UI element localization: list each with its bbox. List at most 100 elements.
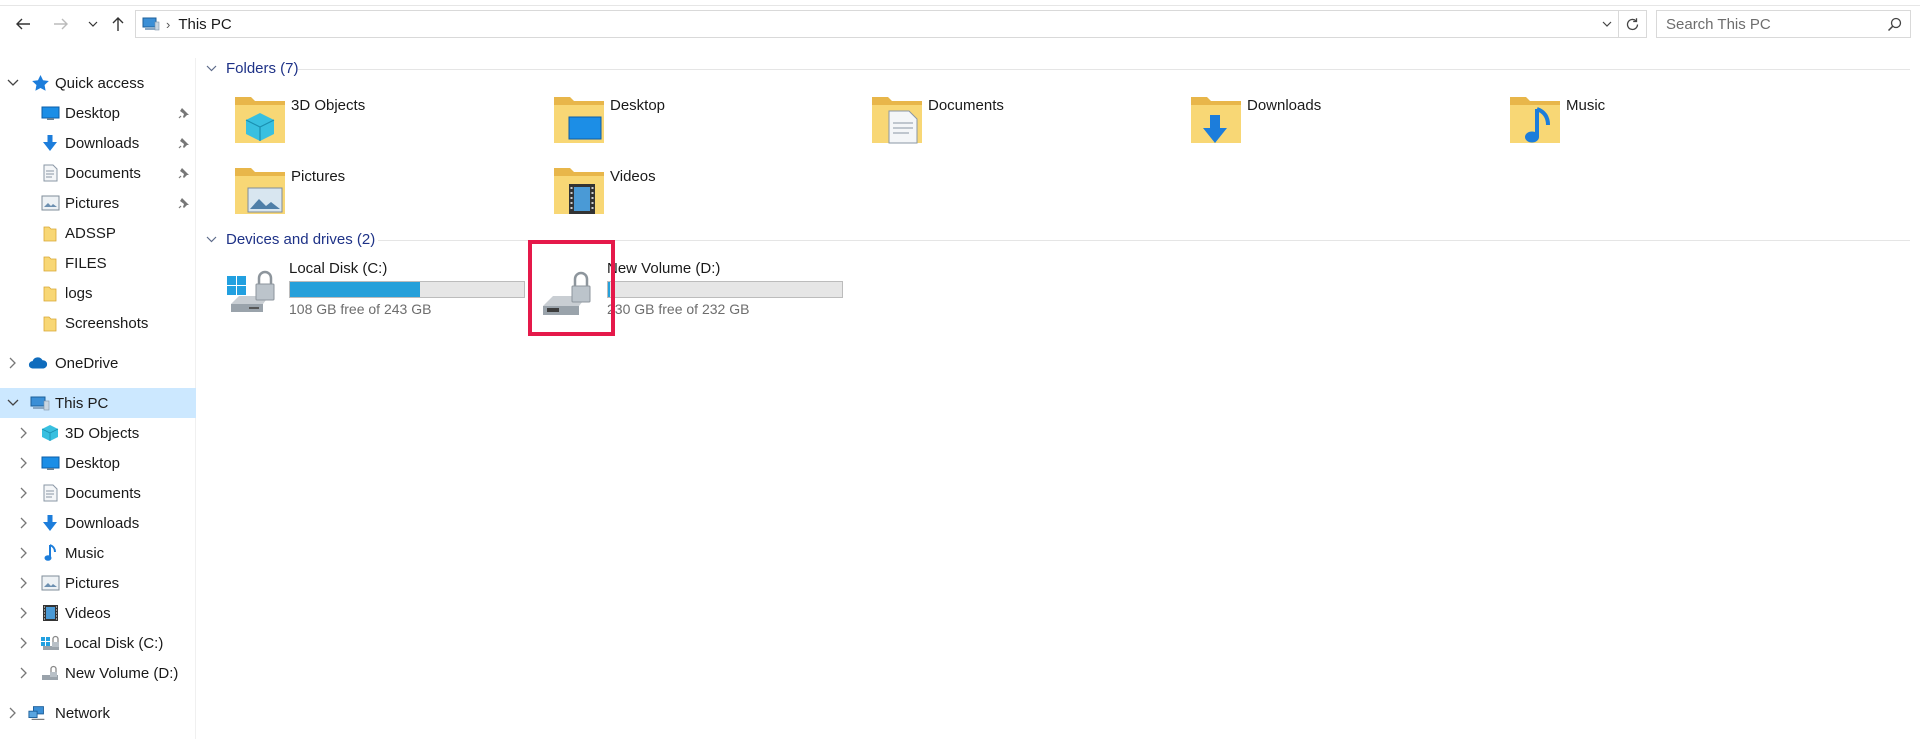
recent-locations-button[interactable] [80,10,106,38]
nav-pc-desktop[interactable]: Desktop [0,448,196,478]
folders-group-header[interactable]: Folders (7) [206,58,299,78]
chevron-right-icon[interactable] [18,607,30,619]
pictures-icon [40,573,60,593]
breadcrumb-this-pc[interactable]: This PC [178,16,231,33]
search-input[interactable] [1666,15,1876,33]
folder-tile-3d-objects[interactable]: 3D Objects [208,89,508,149]
nav-label: Desktop [65,104,121,122]
chevron-right-icon[interactable] [18,577,30,589]
nav-quick-access[interactable]: Quick access [0,68,196,98]
nav-pc-3d-objects[interactable]: 3D Objects [0,418,196,448]
desktop-icon [40,103,60,123]
breadcrumb-separator: › [166,16,171,32]
downloads-icon [40,513,60,533]
nav-label: FILES [65,254,107,272]
refresh-icon [1626,17,1639,30]
folder-icon [40,283,60,303]
pin-icon[interactable] [178,197,190,209]
network-icon [28,703,48,723]
nav-qa-files[interactable]: FILES [0,248,196,278]
pin-icon[interactable] [178,137,190,149]
nav-pc-videos[interactable]: Videos [0,598,196,628]
folder-icon [40,223,60,243]
folder-tile-downloads[interactable]: Downloads [1164,89,1464,149]
nav-qa-downloads[interactable]: Downloads [0,128,196,158]
nav-network[interactable]: Network [0,698,196,728]
chevron-right-icon[interactable] [18,637,30,649]
chevron-down-icon[interactable] [7,397,19,409]
nav-qa-desktop[interactable]: Desktop [0,98,196,128]
local-disk-icon [40,633,60,653]
nav-label: Network [55,704,111,722]
address-bar[interactable]: › This PC [135,10,1647,38]
downloads-folder-icon [1191,97,1241,143]
nav-onedrive[interactable]: OneDrive [0,348,196,378]
documents-icon [40,163,60,183]
nav-qa-screenshots[interactable]: Screenshots [0,308,196,338]
chevron-right-icon[interactable] [18,667,30,679]
pin-icon[interactable] [178,167,190,179]
3d-objects-folder-icon [235,97,285,143]
nav-pc-downloads[interactable]: Downloads [0,508,196,538]
navigation-pane: Quick access Desktop Downloads Documents… [0,58,196,739]
drive-locked-icon [543,271,591,315]
refresh-button[interactable] [1618,11,1646,37]
nav-this-pc[interactable]: This PC [0,388,196,418]
drive-name: Local Disk (C:) [289,260,388,277]
downloads-icon [40,133,60,153]
nav-qa-pictures[interactable]: Pictures [0,188,196,218]
nav-pc-local-disk-c[interactable]: Local Disk (C:) [0,628,196,658]
drives-group-divider [378,240,1910,241]
folder-tile-documents[interactable]: Documents [845,89,1145,149]
chevron-down-icon[interactable] [7,77,19,89]
nav-label: OneDrive [55,354,119,372]
star-icon [30,73,50,93]
address-dropdown-icon[interactable] [1600,17,1614,31]
nav-label: Desktop [65,454,121,472]
nav-pc-music[interactable]: Music [0,538,196,568]
drive-usage-bar [289,281,525,298]
nav-pc-new-volume-d[interactable]: New Volume (D:) [0,658,196,688]
drive-icon [40,663,60,683]
nav-qa-documents[interactable]: Documents [0,158,196,188]
folder-tile-desktop[interactable]: Desktop [527,89,827,149]
folder-tile-pictures[interactable]: Pictures [208,160,508,220]
drive-free-space: 230 GB free of 232 GB [607,301,750,317]
chevron-right-icon[interactable] [7,707,19,719]
chevron-right-icon[interactable] [18,517,30,529]
forward-button[interactable] [48,10,74,38]
search-box[interactable] [1656,10,1911,38]
music-folder-icon [1510,97,1560,143]
desktop-folder-icon [554,97,604,143]
drives-group-header[interactable]: Devices and drives (2) [206,229,375,249]
folder-tile-videos[interactable]: Videos [527,160,827,220]
chevron-right-icon[interactable] [18,487,30,499]
pictures-folder-icon [235,168,285,214]
nav-label: ADSSP [65,224,116,242]
chevron-right-icon[interactable] [7,357,19,369]
nav-label: Documents [65,484,141,502]
nav-label: New Volume (D:) [65,664,179,682]
folder-tile-music[interactable]: Music [1483,89,1783,149]
chevron-right-icon[interactable] [18,547,30,559]
this-pc-icon [142,17,160,31]
up-button[interactable] [105,10,131,38]
back-button[interactable] [10,10,36,38]
drive-tile-new-volume-d[interactable]: New Volume (D:) 230 GB free of 232 GB [543,260,863,322]
nav-qa-logs[interactable]: logs [0,278,196,308]
nav-label: Pictures [65,194,120,212]
nav-label: Videos [65,604,111,622]
folder-name: Documents [928,97,1004,114]
nav-pc-documents[interactable]: Documents [0,478,196,508]
pin-icon[interactable] [178,107,190,119]
nav-pc-pictures[interactable]: Pictures [0,568,196,598]
nav-label: Screenshots [65,314,149,332]
chevron-right-icon[interactable] [18,427,30,439]
nav-qa-adssp[interactable]: ADSSP [0,218,196,248]
windows-drive-locked-icon [227,270,275,312]
documents-icon [40,483,60,503]
arrow-right-icon [54,18,68,30]
chevron-right-icon[interactable] [18,457,30,469]
drive-tile-local-disk-c[interactable]: Local Disk (C:) 108 GB free of 243 GB [225,260,545,322]
folder-name: Videos [610,168,656,185]
